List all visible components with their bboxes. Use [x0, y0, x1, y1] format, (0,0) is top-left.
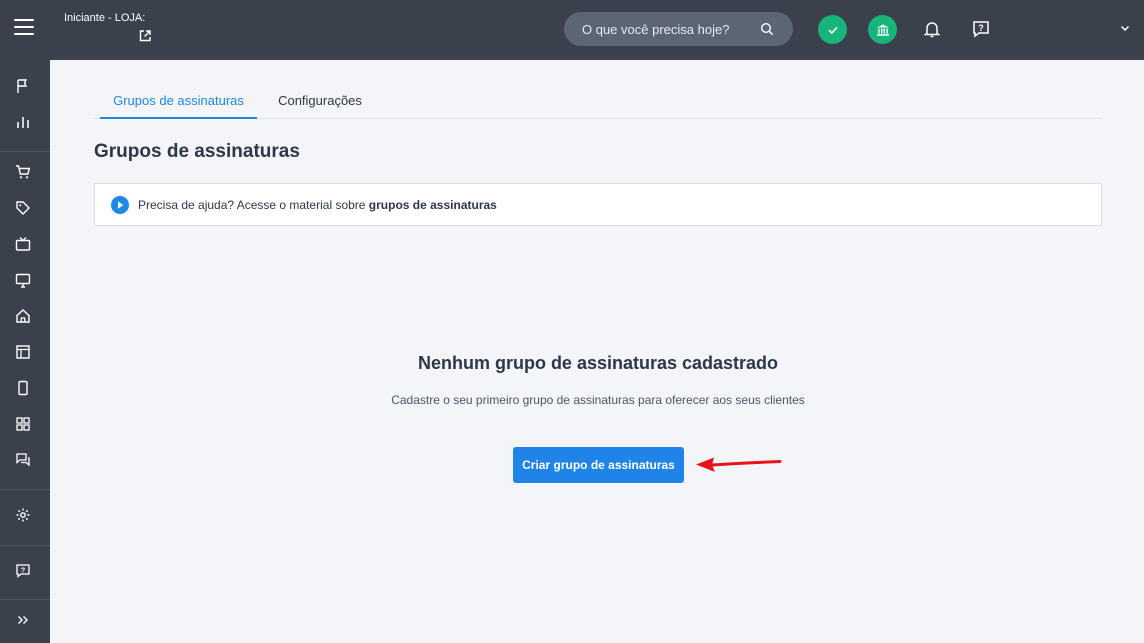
gear-icon[interactable] — [15, 507, 31, 523]
page-title: Grupos de assinaturas — [94, 141, 300, 162]
home-icon[interactable] — [15, 308, 31, 324]
bank-button[interactable] — [868, 15, 897, 44]
apps-icon[interactable] — [15, 416, 31, 432]
cart-icon[interactable] — [15, 164, 31, 180]
flag-icon[interactable] — [15, 78, 31, 94]
play-icon[interactable] — [111, 196, 129, 214]
help-text: Precisa de ajuda? Acesse o material sobr… — [138, 198, 497, 212]
tab-configuracoes[interactable]: Configurações — [268, 84, 372, 119]
chevron-down-icon[interactable] — [1119, 22, 1131, 34]
sidebar-divider — [0, 545, 50, 546]
bell-icon[interactable] — [922, 19, 942, 39]
bank-icon — [876, 24, 889, 36]
status-check-button[interactable] — [818, 15, 847, 44]
svg-text:?: ? — [21, 568, 25, 575]
mobile-icon[interactable] — [15, 380, 31, 396]
search-bar[interactable]: O que você precisa hoje? — [564, 12, 793, 46]
help-chat-icon[interactable]: ? — [971, 19, 991, 39]
search-input[interactable]: O que você precisa hoje? — [582, 22, 729, 37]
menu-icon[interactable] — [14, 19, 34, 39]
store-label: Iniciante - LOJA: — [64, 12, 146, 24]
help-chat-icon[interactable]: ? — [15, 563, 31, 579]
help-banner: Precisa de ajuda? Acesse o material sobr… — [94, 183, 1102, 226]
expand-icon[interactable] — [15, 612, 31, 628]
help-link[interactable]: grupos de assinaturas — [369, 198, 497, 212]
chat-icon[interactable] — [15, 452, 31, 468]
tv-icon[interactable] — [15, 236, 31, 252]
top-bar: Iniciante - LOJA: O que você precisa hoj… — [0, 0, 1144, 60]
annotation-arrow-icon — [696, 457, 782, 472]
tab-grupos-de-assinaturas[interactable]: Grupos de assinaturas — [100, 84, 257, 119]
sidebar-divider — [0, 599, 50, 600]
empty-state-title: Nenhum grupo de assinaturas cadastrado — [417, 353, 779, 373]
search-icon[interactable] — [760, 22, 774, 36]
sidebar-divider — [0, 489, 50, 490]
create-subscription-group-button[interactable]: Criar grupo de assinaturas — [513, 447, 684, 483]
layout-icon[interactable] — [15, 344, 31, 360]
play-glyph — [118, 201, 124, 209]
sidebar: ? — [0, 60, 50, 643]
tag-icon[interactable] — [15, 200, 31, 216]
empty-state-description: Cadastre o seu primeiro grupo de assinat… — [391, 393, 805, 407]
svg-text:?: ? — [978, 23, 984, 33]
bar-chart-icon[interactable] — [15, 114, 31, 130]
help-text-prefix: Precisa de ajuda? Acesse o material sobr… — [138, 198, 369, 212]
check-icon — [827, 26, 838, 34]
monitor-icon[interactable] — [15, 272, 31, 288]
tabs: Grupos de assinaturas Configurações — [94, 84, 1102, 119]
external-link-icon[interactable] — [138, 29, 152, 43]
sidebar-divider — [0, 151, 50, 152]
